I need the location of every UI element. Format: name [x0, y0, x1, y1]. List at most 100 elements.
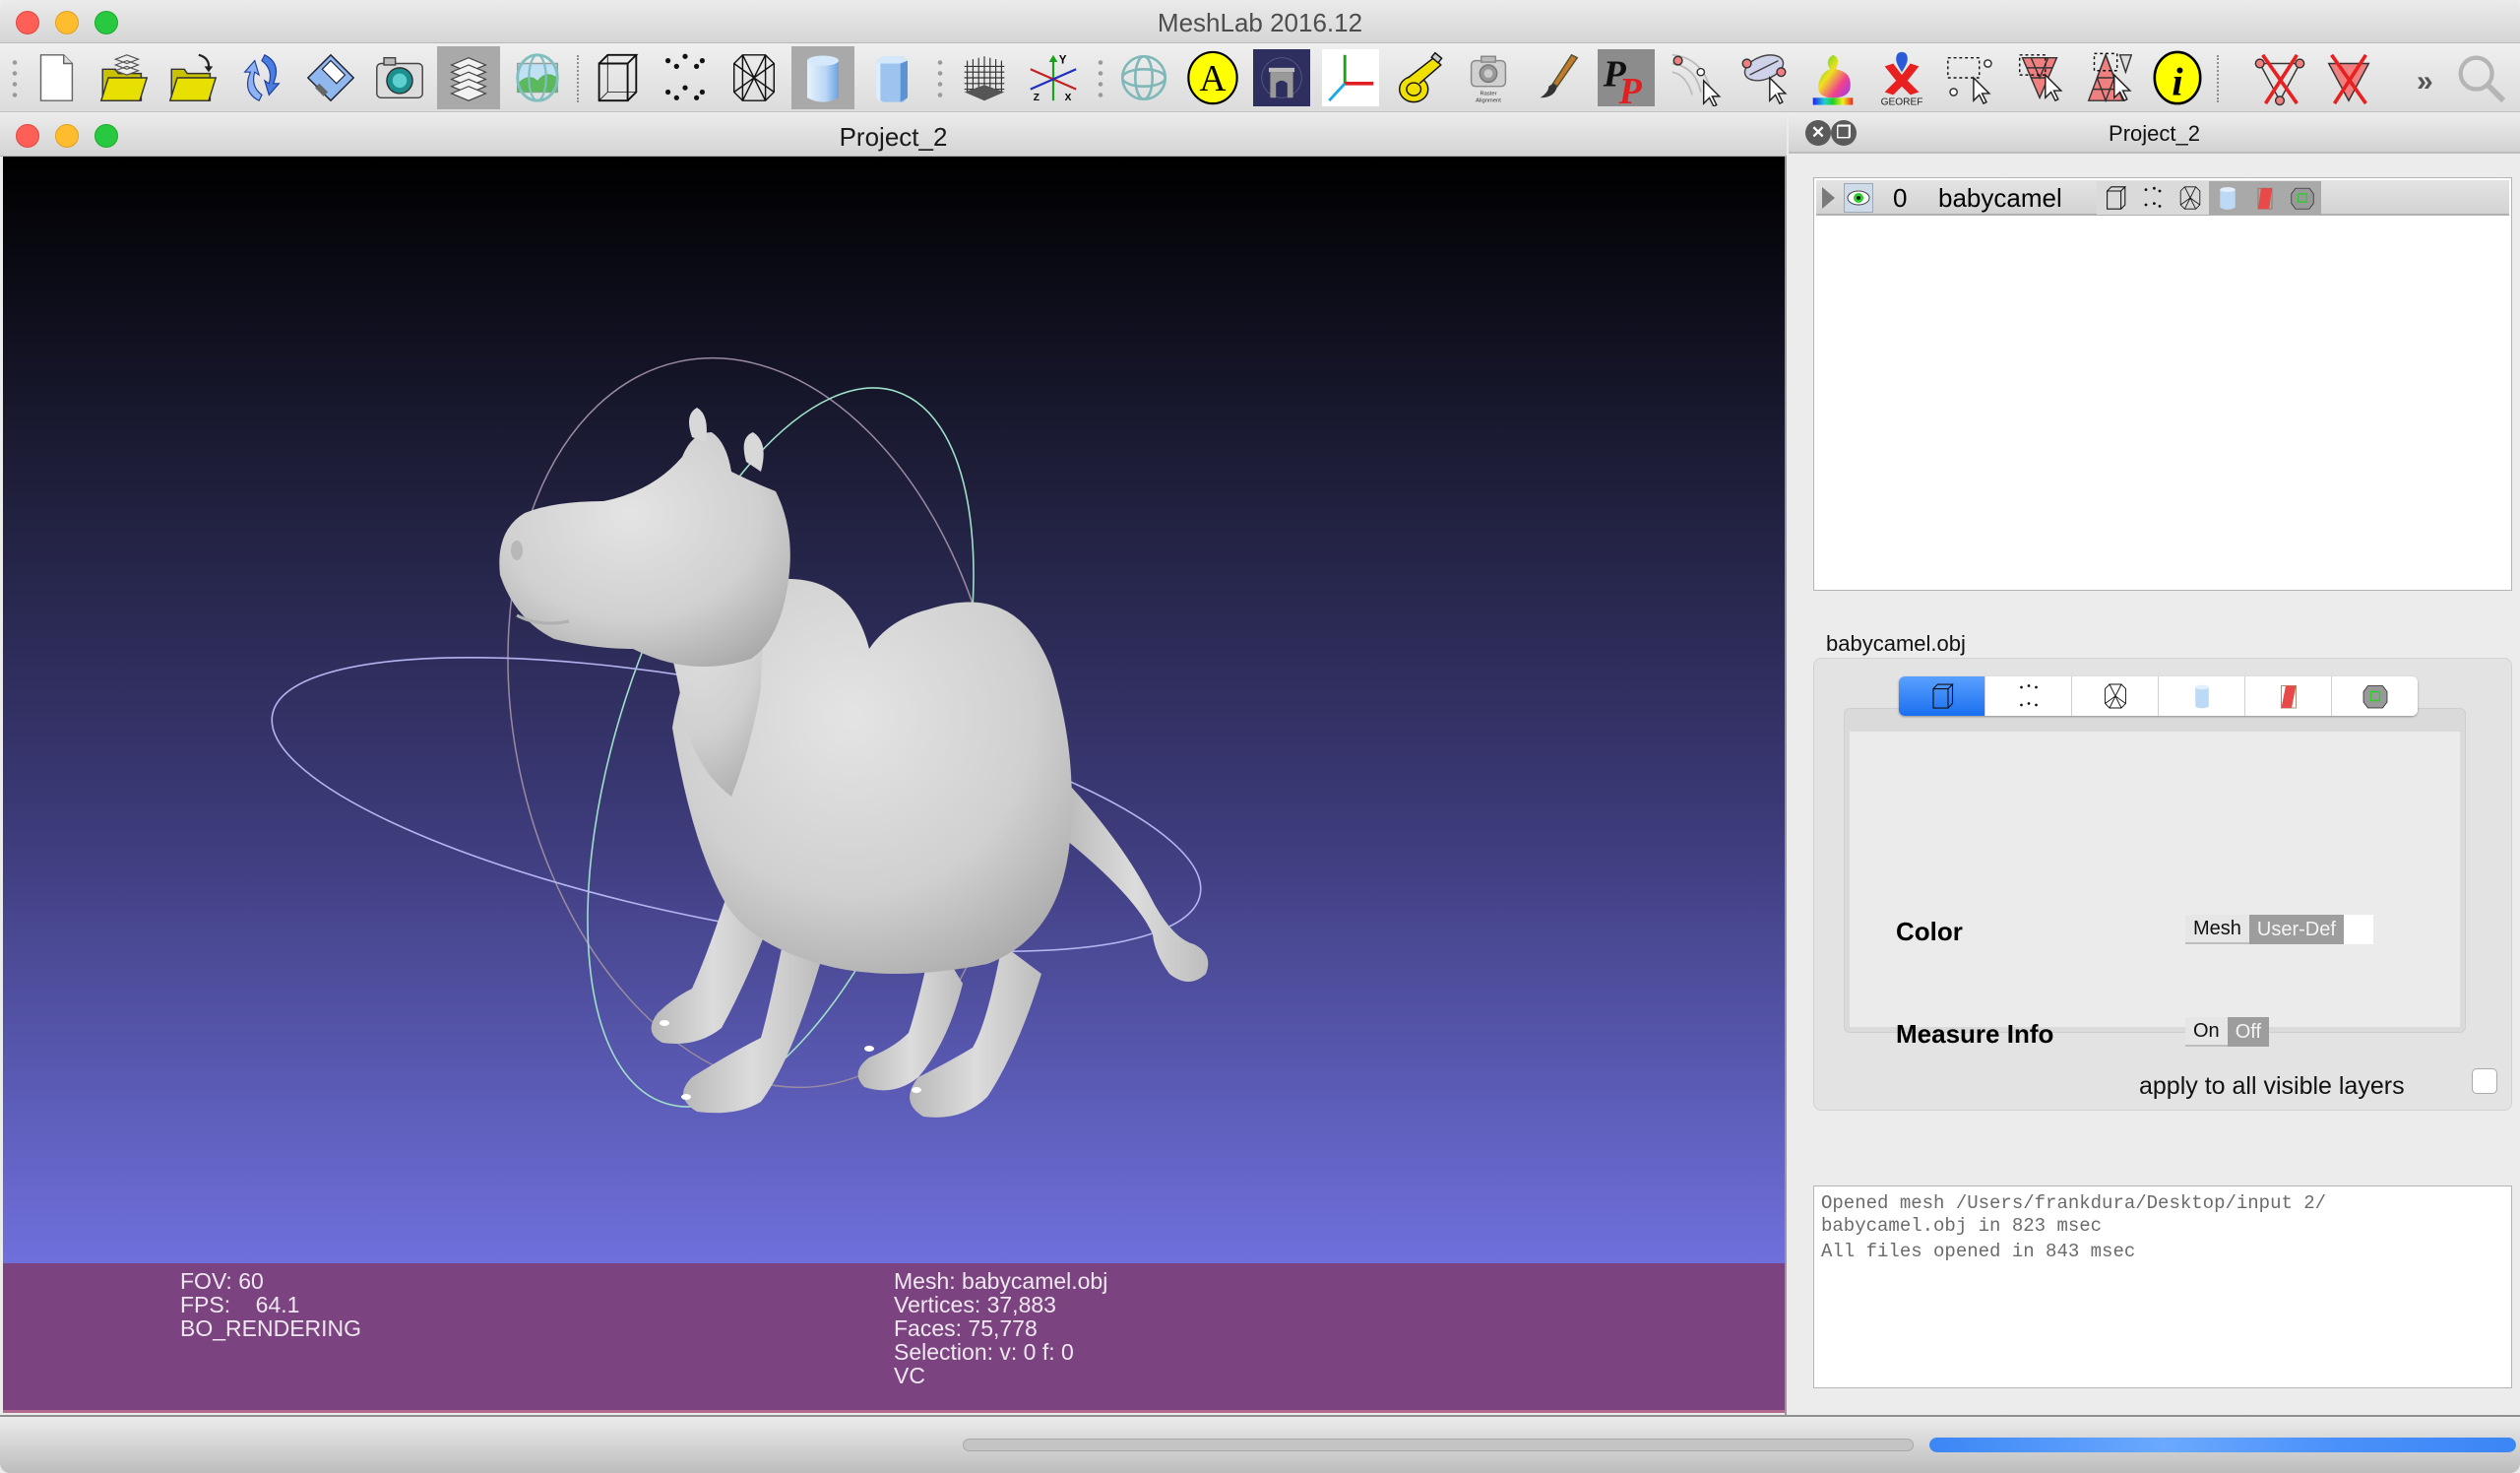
toolbar-grip[interactable]	[1098, 57, 1103, 100]
delete-faces-button[interactable]	[2317, 46, 2380, 109]
snapshot-button[interactable]	[368, 46, 431, 109]
subwindow-title-bar: Project_2	[0, 114, 1787, 157]
visibility-toggle[interactable]	[1844, 183, 1873, 213]
layer-smooth-toggle[interactable]	[2209, 181, 2246, 215]
point-cloud-icon	[2019, 684, 2038, 707]
show-trackball-button[interactable]	[1112, 46, 1175, 109]
import-mesh-button[interactable]	[161, 46, 224, 109]
3d-viewport[interactable]	[3, 157, 1785, 1263]
tab-bbox[interactable]	[1899, 676, 1985, 716]
layer-id: 0	[1893, 183, 1908, 213]
toolbar-grip[interactable]	[937, 57, 943, 100]
layer-row[interactable]: 0 babycamel	[1816, 180, 2509, 216]
rainbow-bunny-icon	[1812, 54, 1854, 105]
georeferencing-button[interactable]: GEOREF	[1870, 46, 1933, 109]
color-option-user-def[interactable]: User-Def	[2248, 915, 2344, 944]
layer-bbox-toggle[interactable]	[2097, 181, 2134, 215]
color-mode-selector[interactable]: Mesh User-Def	[2185, 915, 2373, 944]
render-mode-readout: BO_RENDERING	[180, 1315, 362, 1341]
color-swatch[interactable]	[2343, 915, 2373, 944]
select-vertexes-button[interactable]	[1732, 46, 1796, 109]
get-info-button[interactable]: i	[2146, 46, 2209, 109]
camel-hoof	[681, 1094, 691, 1100]
wireframe-render-button[interactable]	[723, 46, 786, 109]
measure-info-label: Measure Info	[1896, 1019, 2054, 1049]
z-painting-button[interactable]	[1526, 46, 1589, 109]
camel-ear	[743, 432, 764, 472]
log-panel[interactable]: Opened mesh /Users/frankdura/Desktop/inp…	[1813, 1185, 2512, 1388]
delete-vertices-button[interactable]	[2248, 46, 2311, 109]
dock-title: Project_2	[2109, 121, 2200, 146]
search-button[interactable]	[2449, 46, 2512, 109]
svg-text:i: i	[2172, 59, 2183, 103]
grid-box-icon	[964, 56, 1005, 101]
new-project-button[interactable]	[24, 46, 87, 109]
show-grid-button[interactable]	[953, 46, 1016, 109]
raster-dialog-button[interactable]	[506, 46, 569, 109]
tab-selection[interactable]	[2245, 676, 2332, 716]
wireframe-icon	[732, 54, 776, 101]
export-mesh-button[interactable]	[299, 46, 362, 109]
align-button[interactable]	[1664, 46, 1727, 109]
point-cloud-icon	[664, 53, 706, 100]
measure-info-toggle[interactable]: On Off	[2185, 1017, 2269, 1047]
quality-mapper-button[interactable]	[1801, 46, 1864, 109]
smooth-render-button[interactable]	[791, 46, 854, 109]
show-label-button[interactable]: A	[1181, 46, 1244, 109]
expand-arrow-icon[interactable]	[1822, 187, 1835, 209]
app-title: MeshLab 2016.12	[1157, 8, 1363, 37]
layer-wireframe-toggle[interactable]	[2172, 181, 2209, 215]
layer-points-toggle[interactable]	[2134, 181, 2172, 215]
xyz-axis-icon: Y Z X	[1030, 54, 1077, 103]
mesh-name-readout: Mesh: babycamel.obj	[894, 1268, 1108, 1294]
show-axis-button[interactable]: Y Z X	[1022, 46, 1085, 109]
point-cloud-icon	[2144, 186, 2162, 208]
camel-tail	[1061, 787, 1209, 982]
wireframe-icon	[2179, 186, 2201, 210]
select-connected-button[interactable]	[2008, 46, 2071, 109]
tab-boundary[interactable]	[2332, 676, 2418, 716]
layer-name[interactable]: babycamel	[1938, 183, 2062, 214]
manipulators-button[interactable]	[1319, 46, 1382, 109]
selection-readout: Selection: v: 0 f: 0	[894, 1339, 1074, 1365]
flat-render-button[interactable]	[860, 46, 923, 109]
red-selection-icon	[2257, 187, 2273, 210]
layer-boundary-toggle[interactable]	[2284, 181, 2321, 215]
svg-text:P: P	[1618, 71, 1643, 106]
log-entry: All files opened in 843 msec	[1821, 1241, 2136, 1262]
apply-all-checkbox[interactable]	[2472, 1068, 2497, 1094]
tab-points[interactable]	[1985, 676, 2072, 716]
decoration-options-pane	[1850, 732, 2460, 1027]
monument-icon	[1253, 49, 1310, 106]
dock-header: ✕ ❐ Project_2	[1789, 114, 2520, 154]
bbox-render-button[interactable]	[585, 46, 648, 109]
raster-view-button[interactable]	[1250, 46, 1313, 109]
apply-all-label: apply to all visible layers	[2139, 1072, 2405, 1100]
status-bar	[0, 1415, 2520, 1473]
tab-smooth[interactable]	[2159, 676, 2245, 716]
toolbar-overflow-button[interactable]: »	[2417, 65, 2433, 98]
layer-selection-toggle[interactable]	[2246, 181, 2284, 215]
toolbar-grip[interactable]	[12, 57, 18, 100]
tab-wireframe[interactable]	[2072, 676, 2159, 716]
reload-button[interactable]	[230, 46, 293, 109]
info-icon: i	[2153, 50, 2202, 105]
fps-readout: FPS: 64.1	[180, 1292, 300, 1317]
layer-dialog-button[interactable]	[437, 46, 500, 109]
georef-icon: GEOREF	[1881, 51, 1922, 106]
points-render-button[interactable]	[654, 46, 717, 109]
open-project-button[interactable]	[93, 46, 156, 109]
decoration-tabs	[1899, 676, 2418, 716]
layer-list[interactable]: 0 babycamel	[1813, 177, 2512, 591]
measure-option-off[interactable]: Off	[2227, 1017, 2269, 1047]
select-faces-rectangle-button[interactable]	[1939, 46, 2002, 109]
babycamel-mesh[interactable]	[499, 408, 1209, 1118]
paintbrush-icon	[1540, 53, 1579, 98]
main-toolbar: YZX A Raster Alignment PP GEOREF i »	[0, 43, 2520, 112]
raster-alignment-button[interactable]: Raster Alignment	[1457, 46, 1520, 109]
measuring-tool-button[interactable]	[1388, 46, 1451, 109]
select-plane-button[interactable]	[2077, 46, 2140, 109]
color-option-mesh[interactable]: Mesh	[2185, 915, 2249, 944]
pickpoints-button[interactable]: PP	[1595, 46, 1658, 109]
measure-option-on[interactable]: On	[2185, 1017, 2228, 1047]
